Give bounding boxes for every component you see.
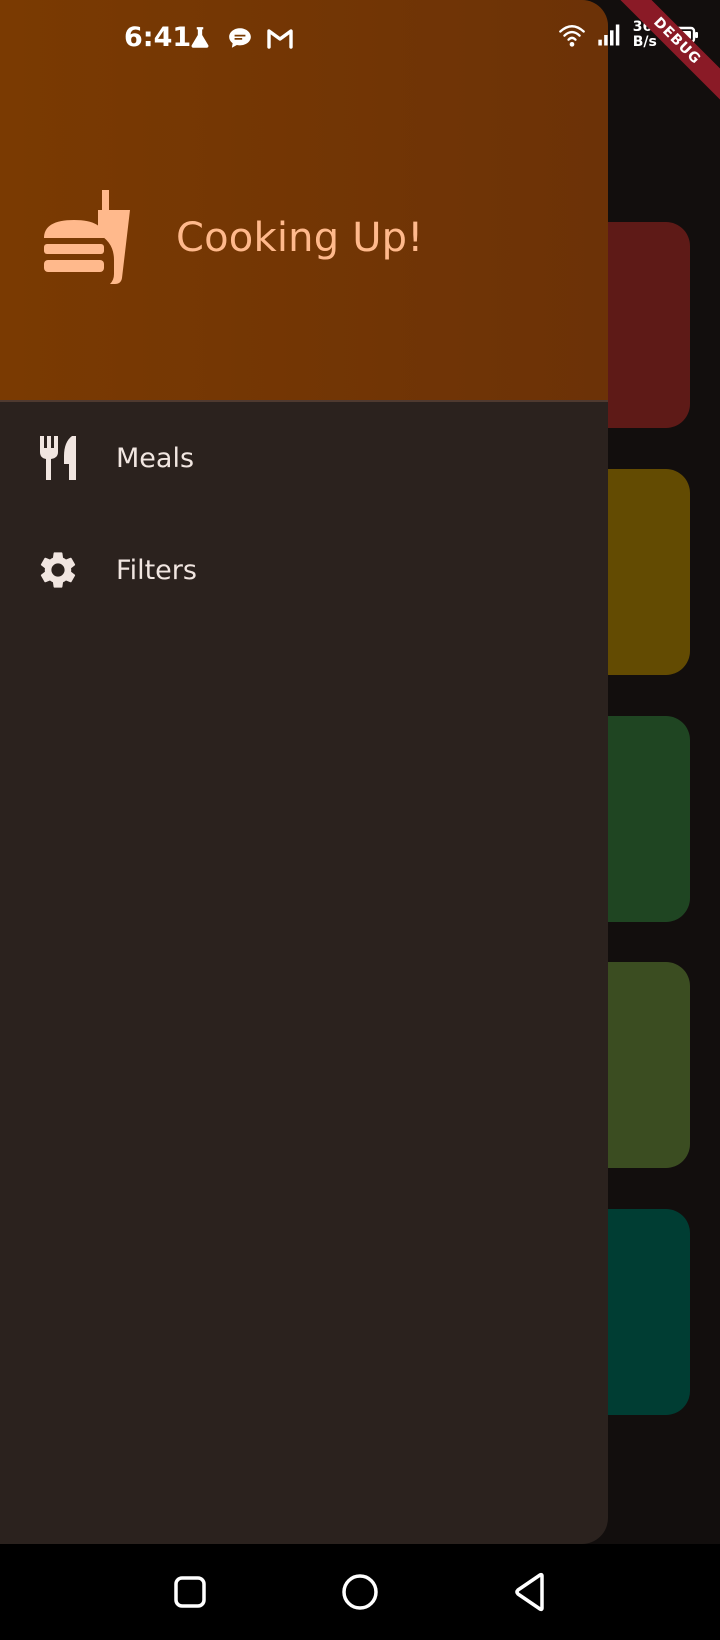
status-bar: 6:41 B/s [0,0,720,80]
system-nav-bar [0,1544,720,1640]
drawer-item-label: Filters [116,554,197,586]
drawer-item-label: Meals [116,442,195,474]
drawer-item-meals[interactable]: Meals [0,402,608,514]
recents-button[interactable] [166,1568,214,1616]
wifi-icon [557,20,587,50]
back-button[interactable] [506,1568,554,1616]
fastfood-icon [40,190,132,286]
navigation-drawer: Cooking Up! Meals Filters [0,0,608,1544]
notification-icons [186,24,294,52]
status-time: 6:41 [124,22,192,53]
settings-icon [36,548,80,592]
flask-icon [186,24,214,52]
chat-bubble-icon [226,24,254,52]
drawer-brand: Cooking Up! [40,190,424,286]
network-speed-unit: B/s [632,34,657,50]
app-title: Cooking Up! [176,215,424,261]
restaurant-icon [36,436,80,480]
gmail-icon [266,24,294,52]
home-button[interactable] [336,1568,384,1616]
drawer-menu: Meals Filters [0,402,608,626]
cell-signal-icon [595,20,625,50]
drawer-item-filters[interactable]: Filters [0,514,608,626]
